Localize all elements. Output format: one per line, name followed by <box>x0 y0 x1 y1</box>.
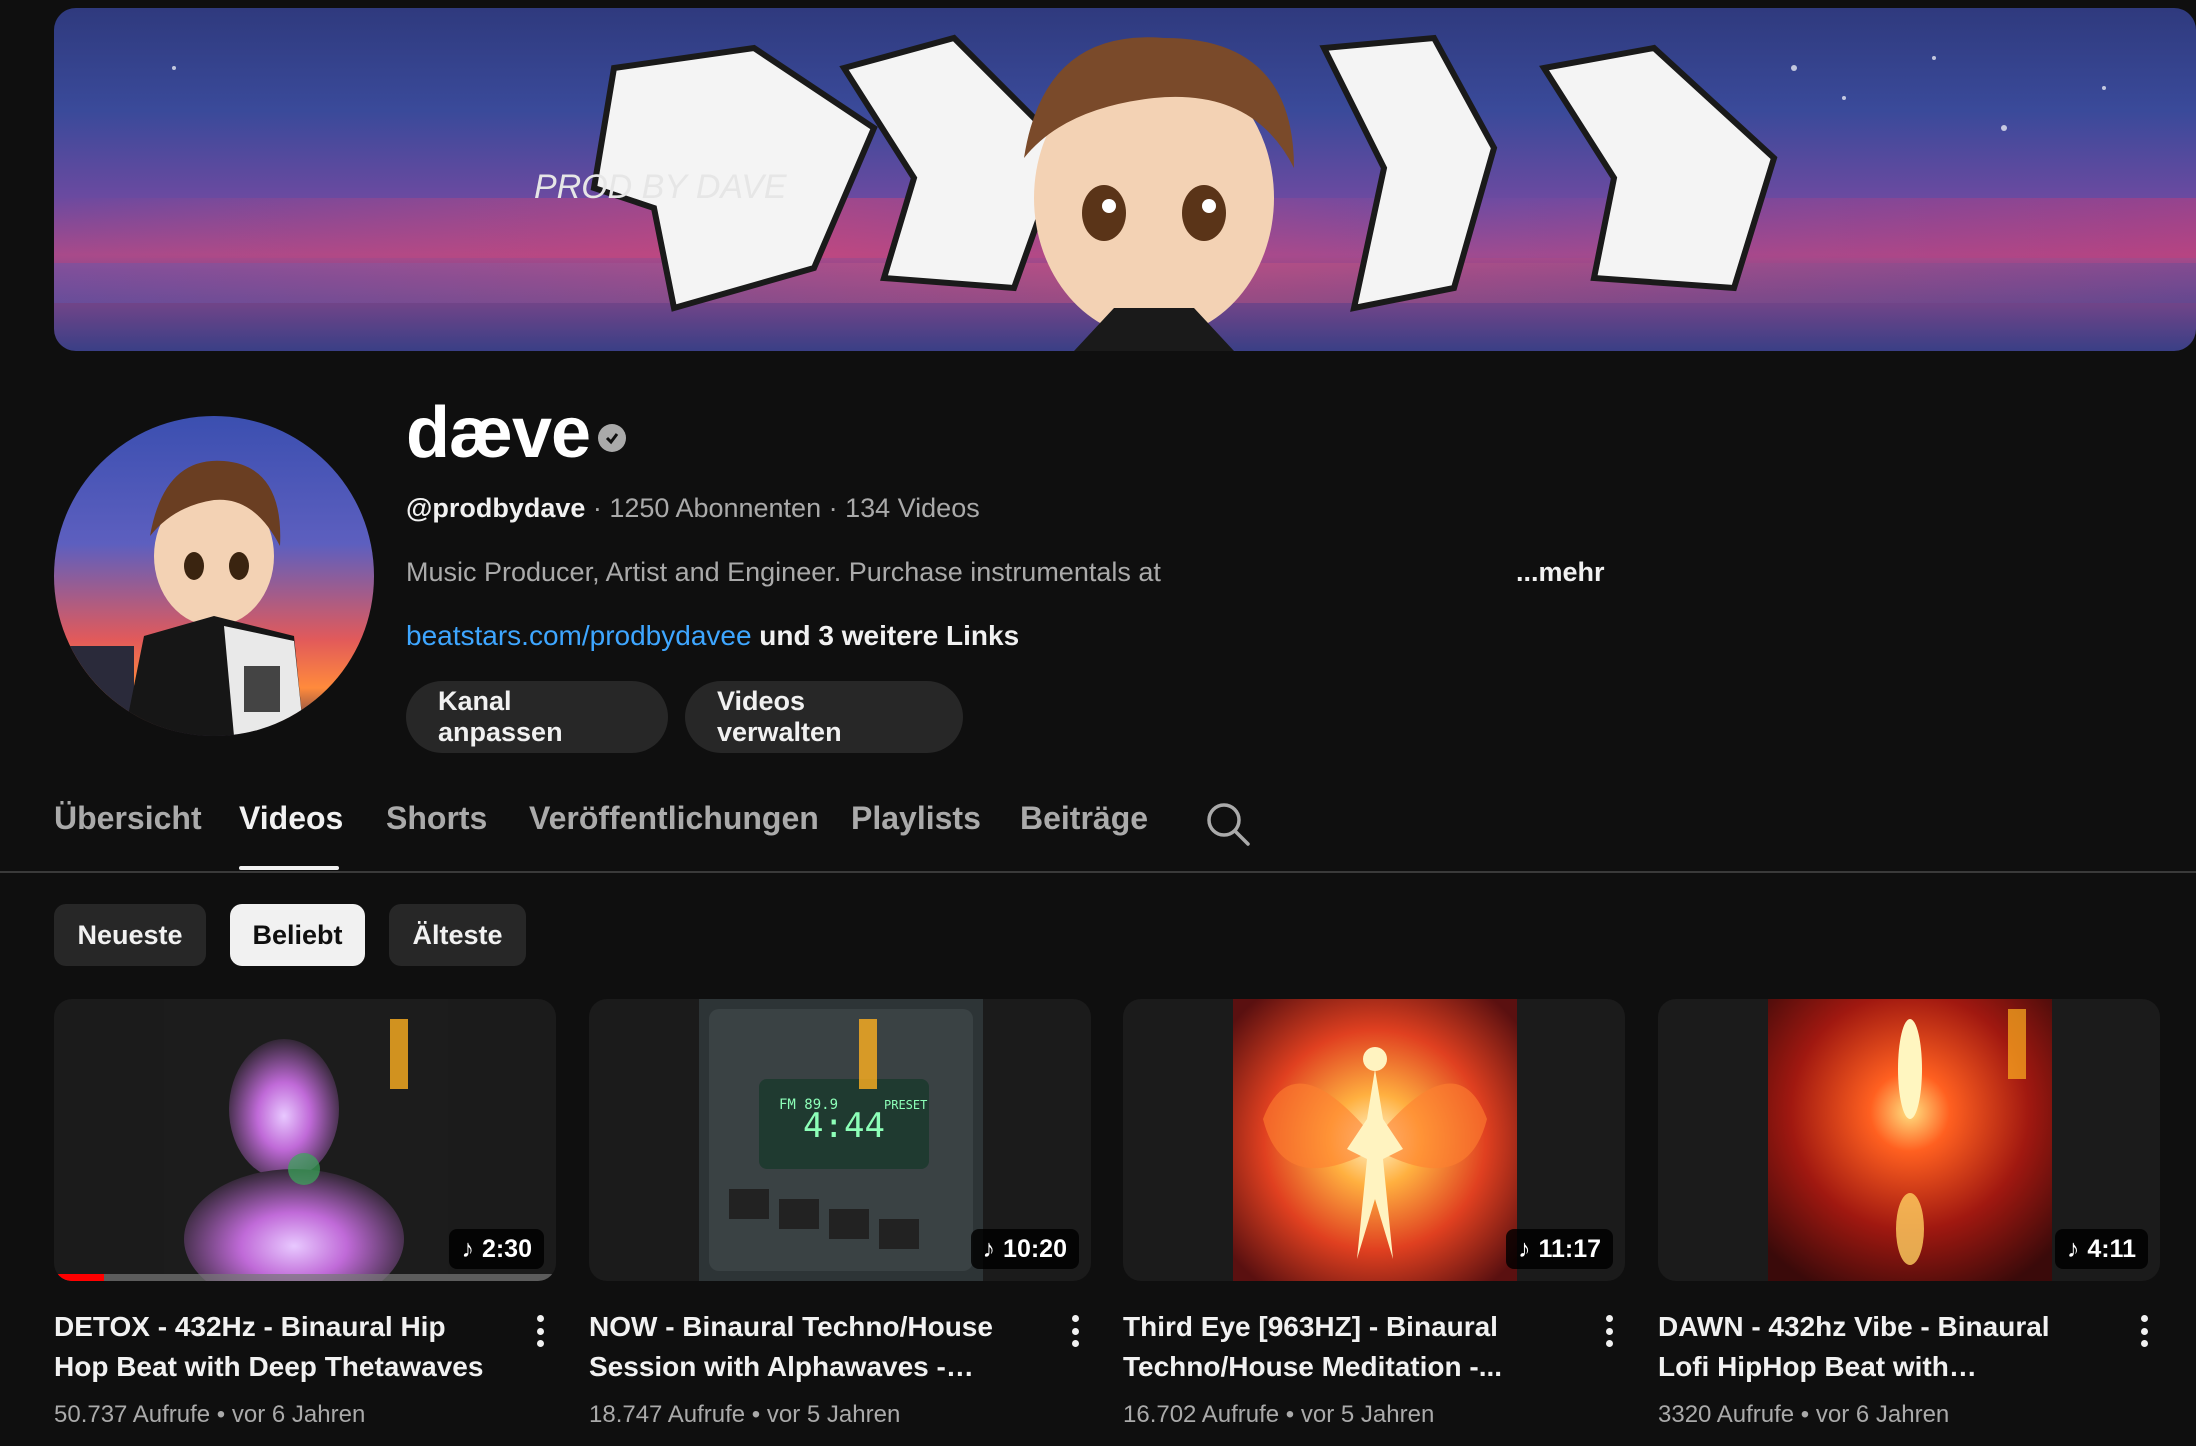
video-stats: 3320 Aufrufe • vor 6 Jahren <box>1658 1401 1950 1428</box>
video-thumbnail[interactable]: ♪ 2:30 <box>54 999 556 1281</box>
video-title[interactable]: Third Eye [963HZ] - Binaural Techno/Hous… <box>1123 1307 1563 1387</box>
banner-logo-art: PROD BY DAVE <box>172 34 2106 351</box>
music-note-icon: ♪ <box>1517 1234 1531 1263</box>
tab-overview[interactable]: Übersicht <box>54 800 202 837</box>
channel-handle: @prodbydave <box>406 493 586 523</box>
manage-videos-button[interactable]: Videos verwalten <box>685 681 963 753</box>
channel-page: PROD BY DAVE dæve @prodbydave · 1250 Abo… <box>0 0 2196 1446</box>
svg-text:PRESET: PRESET <box>884 1098 927 1112</box>
active-tab-indicator <box>239 866 339 870</box>
video-card[interactable]: ♪ 4:11 DAWN - 432hz Vibe - Binaural Lofi … <box>1658 999 2160 1428</box>
video-duration: ♪ 4:11 <box>2054 1229 2148 1269</box>
video-thumbnail[interactable]: ♪ 4:11 <box>1658 999 2160 1281</box>
video-card[interactable]: ♪ 11:17 Third Eye [963HZ] - Binaural Tech… <box>1123 999 1625 1428</box>
search-icon[interactable] <box>1204 800 1252 848</box>
video-thumbnail[interactable]: 4:44 FM 89.9 PRESET ♪ 10:20 <box>589 999 1091 1281</box>
svg-text:FM 89.9: FM 89.9 <box>779 1097 838 1113</box>
music-note-icon: ♪ <box>2066 1234 2080 1263</box>
music-note-icon: ♪ <box>982 1234 996 1263</box>
video-stats: 50.737 Aufrufe • vor 6 Jahren <box>54 1401 366 1428</box>
more-actions-icon[interactable] <box>1063 1311 1087 1351</box>
video-card[interactable]: ♪ 2:30 DETOX - 432Hz - Binaural Hip Hop B… <box>54 999 556 1428</box>
channel-meta: @prodbydave · 1250 Abonnenten · 134 Vide… <box>406 493 980 523</box>
beatstars-link[interactable]: beatstars.com/prodbydavee <box>406 620 752 651</box>
video-title[interactable]: DETOX - 432Hz - Binaural Hip Hop Beat wi… <box>54 1307 494 1387</box>
video-title[interactable]: DAWN - 432hz Vibe - Binaural Lofi HipHop… <box>1658 1307 2098 1387</box>
svg-text:PROD BY DAVE: PROD BY DAVE <box>534 168 787 206</box>
video-count: 134 Videos <box>845 493 980 523</box>
channel-description[interactable]: Music Producer, Artist and Engineer. Pur… <box>406 557 1161 588</box>
channel-banner: PROD BY DAVE <box>54 8 2196 351</box>
video-stats: 16.702 Aufrufe • vor 5 Jahren <box>1123 1401 1435 1428</box>
channel-name: dæve <box>406 393 591 473</box>
chip-oldest[interactable]: Älteste <box>389 904 526 966</box>
video-thumbnail[interactable]: ♪ 11:17 <box>1123 999 1625 1281</box>
channel-links: beatstars.com/prodbydavee und 3 weitere … <box>406 620 1019 652</box>
chip-newest[interactable]: Neueste <box>54 904 206 966</box>
music-note-icon: ♪ <box>461 1234 474 1263</box>
video-duration: ♪ 11:17 <box>1505 1229 1613 1269</box>
tab-shorts[interactable]: Shorts <box>386 800 487 837</box>
tab-releases[interactable]: Veröffentlichungen <box>529 800 819 837</box>
more-links-button[interactable]: und 3 weitere Links <box>752 620 1019 651</box>
more-button[interactable]: ...mehr <box>1516 557 1605 588</box>
video-stats: 18.747 Aufrufe • vor 5 Jahren <box>589 1401 901 1428</box>
subscriber-count: 1250 Abonnenten <box>609 493 822 523</box>
channel-avatar[interactable] <box>54 416 374 736</box>
more-actions-icon[interactable] <box>2132 1311 2156 1351</box>
tab-posts[interactable]: Beiträge <box>1020 800 1148 837</box>
video-title[interactable]: NOW - Binaural Techno/House Session with… <box>589 1307 1029 1387</box>
more-actions-icon[interactable] <box>528 1311 552 1351</box>
video-duration: ♪ 10:20 <box>970 1229 1079 1269</box>
more-actions-icon[interactable] <box>1597 1311 1621 1351</box>
video-card[interactable]: 4:44 FM 89.9 PRESET ♪ 10:20 NOW - Binaura… <box>589 999 1091 1428</box>
verified-icon <box>598 424 626 452</box>
chip-popular[interactable]: Beliebt <box>230 904 365 966</box>
customize-channel-button[interactable]: Kanal anpassen <box>406 681 668 753</box>
tab-playlists[interactable]: Playlists <box>851 800 981 837</box>
tab-videos[interactable]: Videos <box>239 800 343 837</box>
video-duration: ♪ 2:30 <box>449 1229 544 1269</box>
tabs-divider <box>0 871 2196 873</box>
watch-progress <box>54 1274 556 1281</box>
